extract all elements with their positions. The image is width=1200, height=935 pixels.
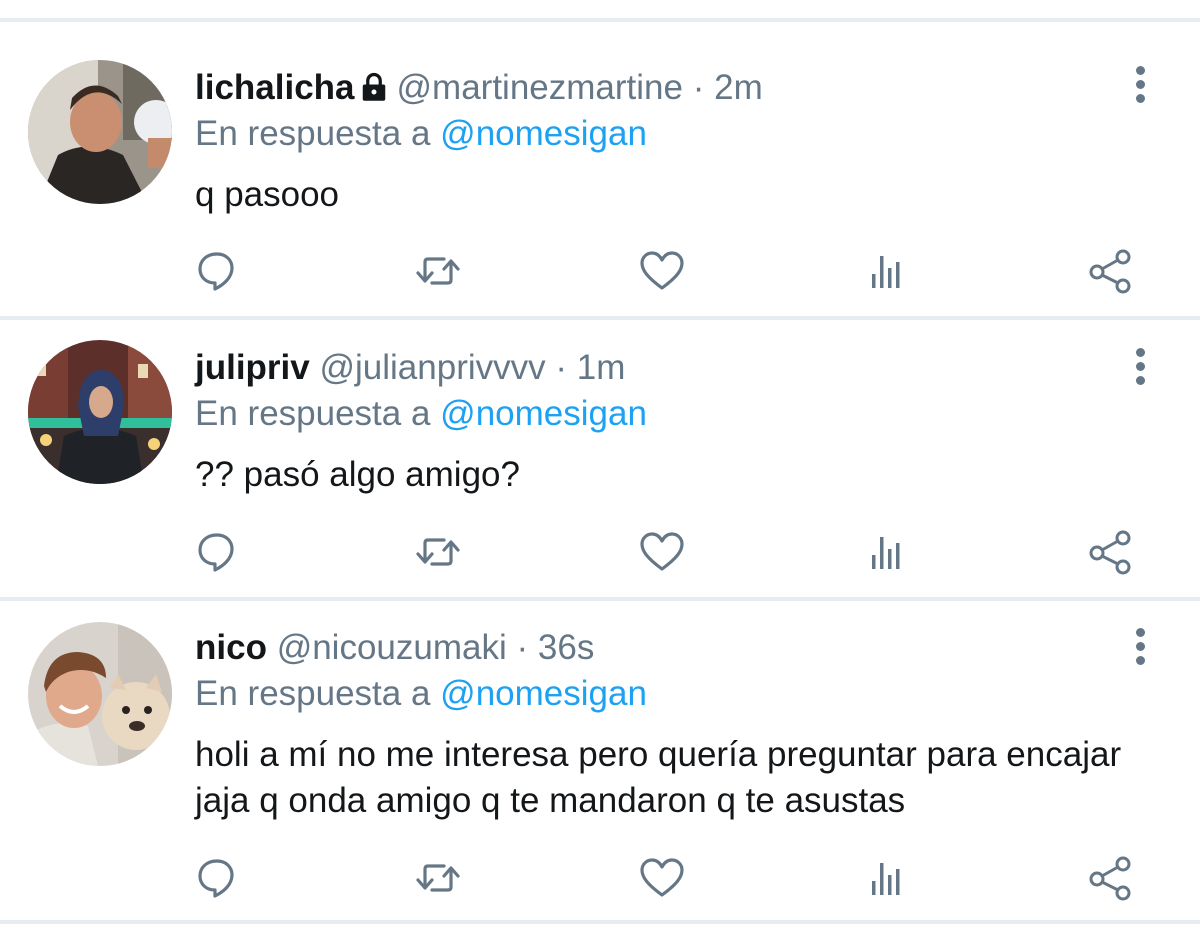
tweet-actions <box>0 853 1200 903</box>
avatar-nico[interactable] <box>28 622 172 766</box>
reply-context: En respuesta a @nomesigan <box>195 672 647 716</box>
analytics-icon[interactable] <box>862 853 912 903</box>
display-name[interactable]: nico <box>195 628 267 667</box>
separator-dot: · <box>516 628 529 667</box>
user-handle[interactable]: @nicouzumaki <box>277 628 507 667</box>
tweet-text: holi a mí no me interesa pero quería pre… <box>195 735 1122 820</box>
divider-bottom <box>0 920 1200 924</box>
like-icon[interactable] <box>637 853 687 903</box>
reply-prefix: En respuesta a <box>195 674 431 713</box>
more-options-icon[interactable] <box>1128 628 1154 668</box>
reply-mention-link[interactable]: @nomesigan <box>440 674 647 713</box>
reply-icon[interactable] <box>192 853 242 903</box>
share-icon[interactable] <box>1085 853 1135 903</box>
timestamp[interactable]: 36s <box>538 628 594 667</box>
retweet-icon[interactable] <box>413 853 463 903</box>
tweet-3[interactable]: nico @nicouzumaki · 36s En respuesta a @… <box>0 0 1200 935</box>
tweet-header: nico @nicouzumaki · 36s <box>195 626 594 670</box>
